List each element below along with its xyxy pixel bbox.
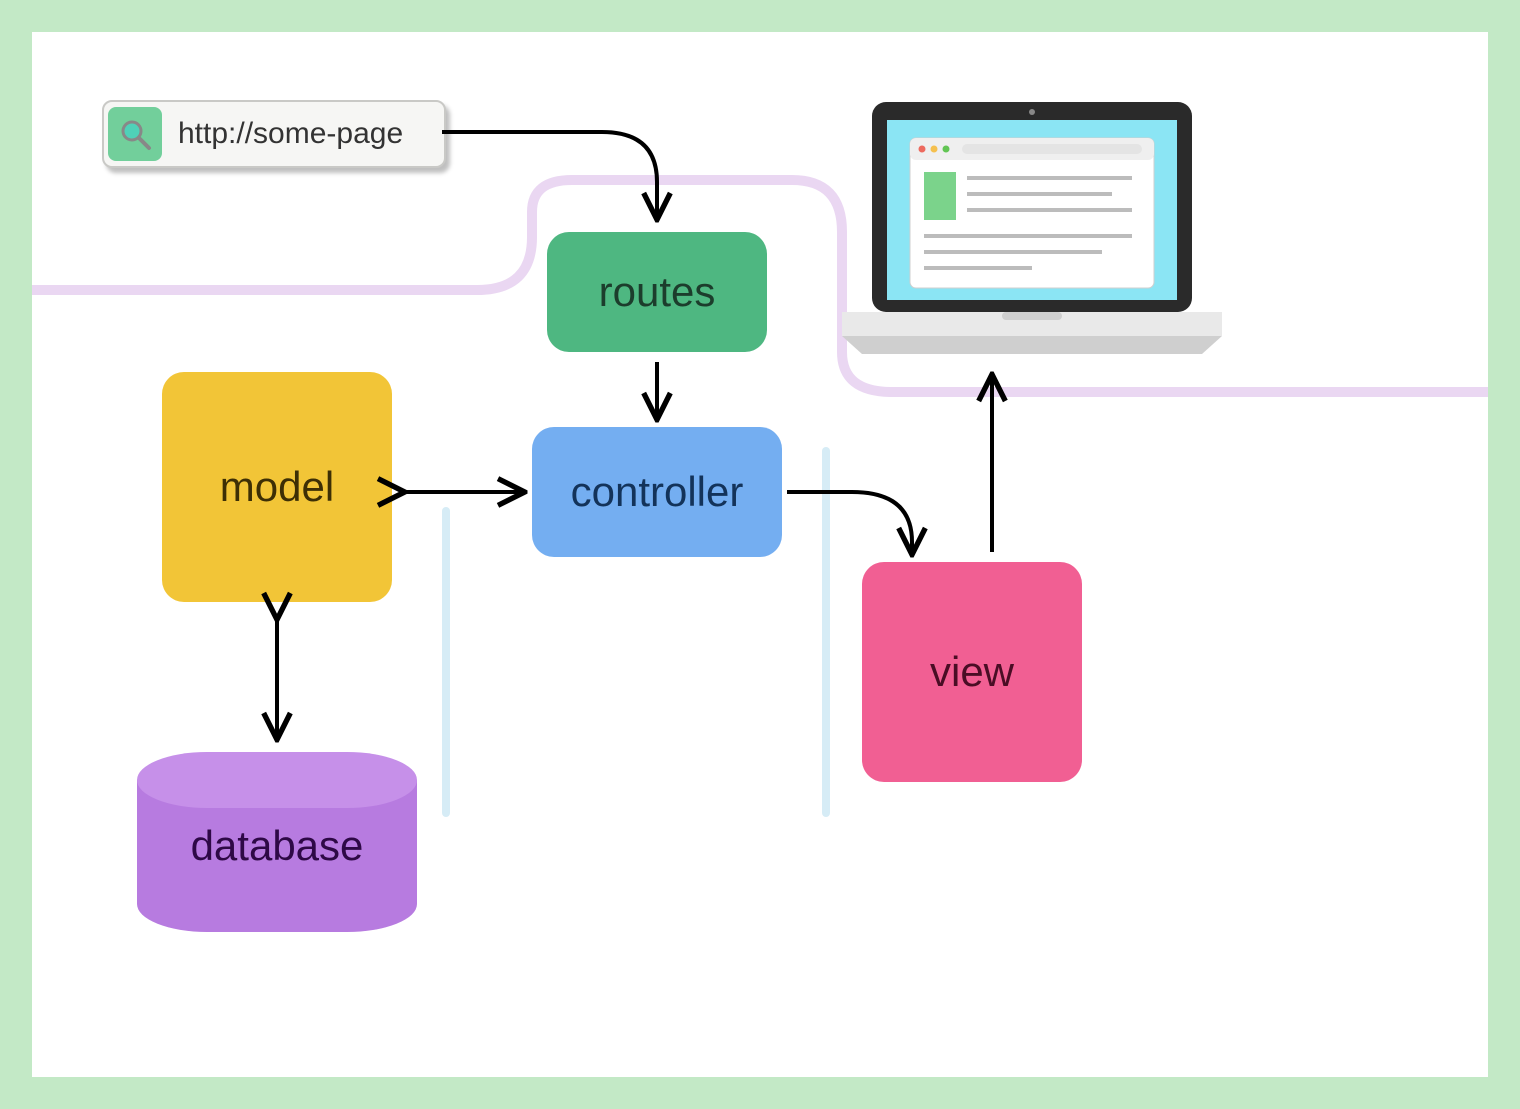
node-database: database: [137, 752, 417, 932]
url-bar: http://some-page: [102, 100, 446, 168]
node-label: view: [930, 648, 1014, 696]
divider-line: [822, 447, 830, 817]
diagram-canvas: http://some-page routes controller model…: [32, 32, 1488, 1077]
laptop-icon: [832, 102, 1232, 392]
node-model: model: [162, 372, 392, 602]
node-label: model: [220, 463, 334, 511]
divider-line: [442, 507, 450, 817]
edge-controller-to-view: [787, 492, 912, 552]
node-label: controller: [571, 468, 744, 516]
url-text: http://some-page: [178, 117, 403, 151]
node-label: database: [137, 822, 417, 870]
edge-url-to-routes: [442, 132, 657, 217]
node-label: routes: [599, 268, 716, 316]
node-controller: controller: [532, 427, 782, 557]
search-icon: [108, 107, 162, 161]
frame-border: http://some-page routes controller model…: [0, 0, 1520, 1109]
node-routes: routes: [547, 232, 767, 352]
node-view: view: [862, 562, 1082, 782]
